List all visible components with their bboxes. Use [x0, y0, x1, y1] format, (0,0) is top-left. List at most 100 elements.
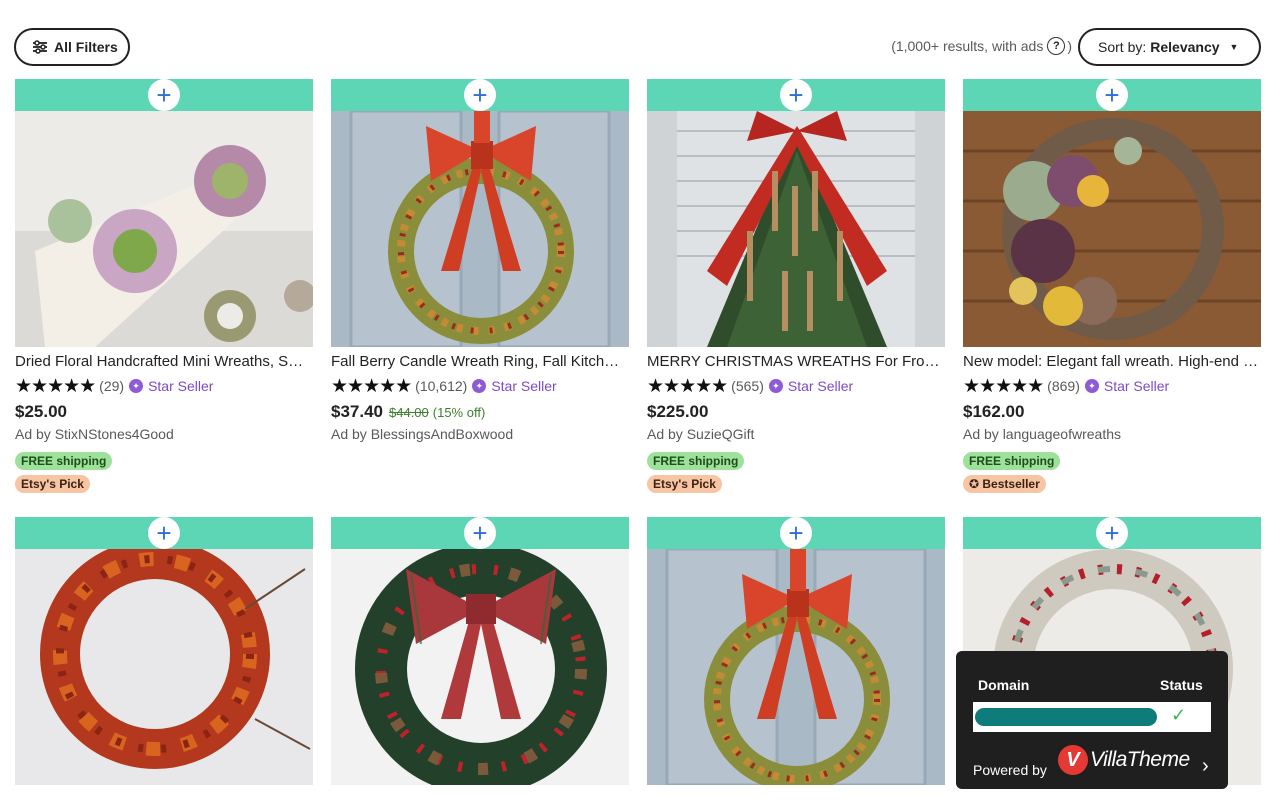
product-price: $25.00 [15, 402, 67, 421]
status-header: Status [1160, 677, 1203, 693]
caret-down-icon: ▼ [1229, 42, 1239, 52]
ad-by-shop: Ad by BlessingsAndBoxwood [331, 426, 514, 442]
villatheme-logo-text: VillaTheme [1090, 748, 1190, 771]
domain-status-popup[interactable]: Domain Status ✓ Powered by V VillaTheme … [956, 651, 1228, 789]
product-image-wrap[interactable]: + [15, 79, 313, 347]
chevron-right-icon[interactable]: › [1202, 755, 1209, 778]
product-image-wrap[interactable]: + [963, 79, 1261, 347]
add-plus-icon[interactable]: + [1096, 517, 1128, 549]
villatheme-logo[interactable]: V VillaTheme [1058, 745, 1190, 775]
bestseller-label: Bestseller [982, 477, 1040, 491]
review-count: (29) [99, 378, 125, 394]
bestseller-badge: ✪ Bestseller [963, 475, 1046, 493]
badge-list: FREE shipping Etsy's Pick [647, 444, 945, 493]
product-price: $37.40 [331, 402, 383, 421]
price-row: $162.00 [963, 402, 1261, 422]
product-card[interactable]: + [647, 517, 945, 785]
product-card[interactable]: + Dried Floral Handcrafted Mini Wreaths,… [15, 79, 313, 493]
add-plus-icon[interactable]: + [148, 517, 180, 549]
product-image-wrap[interactable]: + [331, 517, 629, 785]
product-photo [647, 549, 945, 785]
product-photo [331, 111, 629, 347]
add-plus-icon[interactable]: + [780, 517, 812, 549]
ad-by-shop: Ad by SuzieQGift [647, 426, 755, 442]
product-card[interactable]: + MERRY CHRISTMAS WREATHS For Front Door… [647, 79, 945, 493]
product-photo [15, 549, 313, 785]
results-count-suffix: ) [1067, 38, 1072, 54]
star-seller-badge: ✦ Star Seller [472, 378, 557, 394]
product-price: $162.00 [963, 402, 1025, 421]
price-row: $225.00 [647, 402, 945, 422]
product-rating: ★★★★★ (29) ✦ Star Seller [15, 375, 313, 397]
all-filters-button[interactable]: All Filters [14, 28, 130, 66]
ad-by-shop: Ad by StixNStones4Good [15, 426, 174, 442]
rating-stars-icon: ★★★★★ [963, 375, 1044, 397]
star-seller-label: Star Seller [1103, 378, 1170, 394]
add-plus-icon[interactable]: + [464, 79, 496, 111]
price-row: $25.00 [15, 402, 313, 422]
all-filters-label: All Filters [54, 39, 118, 55]
add-plus-icon[interactable]: + [148, 79, 180, 111]
product-title[interactable]: New model: Elegant fall wreath. High-end… [963, 353, 1259, 373]
product-card[interactable]: + New model: Elegant fall wreath. High-e… [963, 79, 1261, 493]
product-rating: ★★★★★ (869) ✦ Star Seller [963, 375, 1261, 397]
product-photo [15, 111, 313, 347]
product-rating: ★★★★★ (565) ✦ Star Seller [647, 375, 945, 397]
star-seller-label: Star Seller [787, 378, 854, 394]
villatheme-logo-mark: V [1058, 745, 1088, 775]
sort-by-dropdown[interactable]: Sort by: Relevancy ▼ [1078, 28, 1261, 66]
free-shipping-badge: FREE shipping [963, 452, 1061, 470]
product-image-wrap[interactable]: + [15, 517, 313, 785]
product-card[interactable]: + Fall Berry Candle Wreath Ring, Fall Ki… [331, 79, 629, 444]
rating-stars-icon: ★★★★★ [15, 375, 96, 397]
badge-list: FREE shipping ✪ Bestseller [963, 444, 1261, 493]
rating-stars-icon: ★★★★★ [647, 375, 728, 397]
review-count: (869) [1047, 378, 1080, 394]
domain-header: Domain [978, 677, 1030, 693]
check-icon: ✓ [1171, 705, 1187, 725]
rating-stars-icon: ★★★★★ [331, 375, 412, 397]
star-seller-icon: ✦ [1084, 379, 1099, 393]
domain-row: ✓ [973, 702, 1211, 732]
add-plus-icon[interactable]: + [464, 517, 496, 549]
product-image-wrap[interactable]: + [331, 79, 629, 347]
product-photo [963, 111, 1261, 347]
add-plus-icon[interactable]: + [1096, 79, 1128, 111]
free-shipping-badge: FREE shipping [15, 452, 113, 470]
free-shipping-badge: FREE shipping [647, 452, 745, 470]
star-seller-badge: ✦ Star Seller [129, 378, 213, 394]
star-seller-label: Star Seller [491, 378, 557, 394]
powered-by-label: Powered by [973, 762, 1047, 778]
star-seller-label: Star Seller [148, 378, 214, 394]
add-plus-icon[interactable]: + [780, 79, 812, 111]
product-title[interactable]: Dried Floral Handcrafted Mini Wreaths, S… [15, 353, 311, 373]
product-card[interactable]: + [331, 517, 629, 785]
product-card[interactable]: + [15, 517, 313, 785]
review-count: (565) [731, 378, 764, 394]
product-photo [647, 111, 945, 347]
sort-by-prefix: Sort by: [1098, 39, 1147, 55]
product-photo [331, 549, 629, 785]
help-icon[interactable]: ? [1047, 37, 1066, 55]
star-seller-badge: ✦ Star Seller [1084, 378, 1170, 394]
results-count-text: (1,000+ results, with ads [891, 38, 1044, 54]
star-seller-icon: ✦ [768, 379, 783, 393]
results-toolbar: All Filters (1,000+ results, with ads ? … [0, 0, 1280, 80]
sort-by-value: Relevancy [1150, 39, 1220, 55]
product-title[interactable]: MERRY CHRISTMAS WREATHS For Front Door [647, 353, 943, 373]
product-image-wrap[interactable]: + [647, 79, 945, 347]
product-rating: ★★★★★ (10,612) ✦ Star Seller [331, 375, 629, 397]
filter-sliders-icon [33, 40, 47, 54]
product-image-wrap[interactable]: + [647, 517, 945, 785]
discount-percent: (15% off) [432, 405, 486, 420]
review-count: (10,612) [415, 378, 468, 394]
product-price: $225.00 [647, 402, 709, 421]
etsys-pick-badge: Etsy's Pick [647, 475, 722, 493]
price-row: $37.40 $44.00 (15% off) [331, 402, 629, 422]
star-seller-badge: ✦ Star Seller [768, 378, 854, 394]
medal-icon: ✪ [969, 477, 983, 491]
product-title[interactable]: Fall Berry Candle Wreath Ring, Fall Kitc… [331, 353, 627, 373]
badge-list: FREE shipping Etsy's Pick [15, 444, 313, 493]
star-seller-icon: ✦ [129, 379, 144, 393]
redacted-domain [975, 708, 1157, 726]
